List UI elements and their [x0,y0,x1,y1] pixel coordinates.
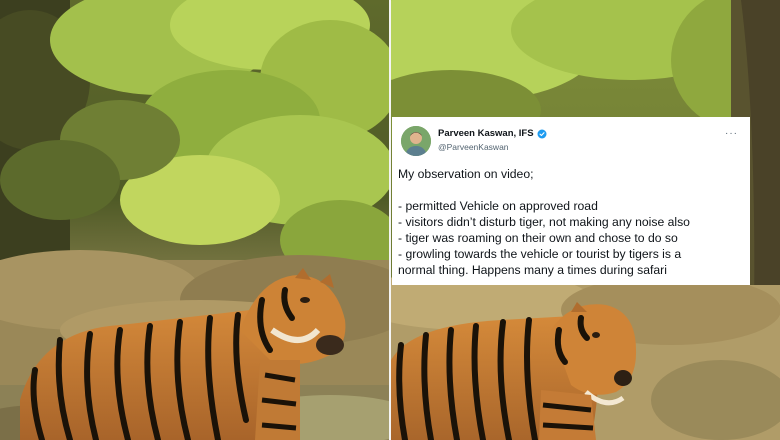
left-tiger-photo [0,0,389,440]
tweet-point: - tiger was roaming on their own and cho… [398,231,678,245]
tweet-header: Parveen Kaswan, IFS @ParveenKaswan ··· [398,126,742,156]
person-avatar-icon[interactable] [401,126,431,156]
tweet-intro: My observation on video; [398,167,534,181]
tweet-point: normal thing. Happens many a times durin… [398,263,667,277]
left-scene-illustration [0,0,389,440]
tweet-author: Parveen Kaswan, IFS @ParveenKaswan [438,128,547,153]
composite-image: Parveen Kaswan, IFS @ParveenKaswan ··· M… [0,0,780,440]
author-handle[interactable]: @ParveenKaswan [438,141,547,153]
tweet-point: - visitors didn’t disturb tiger, not mak… [398,215,690,229]
verified-badge-icon [537,129,547,139]
tweet-point: - permitted Vehicle on approved road [398,199,598,213]
more-options-icon[interactable]: ··· [725,129,738,139]
tweet-point: - growling towards the vehicle or touris… [398,247,682,261]
tweet-card[interactable]: Parveen Kaswan, IFS @ParveenKaswan ··· M… [392,117,750,285]
tweet-text: My observation on video; - permitted Veh… [398,166,742,278]
author-display-name[interactable]: Parveen Kaswan, IFS [438,128,534,140]
